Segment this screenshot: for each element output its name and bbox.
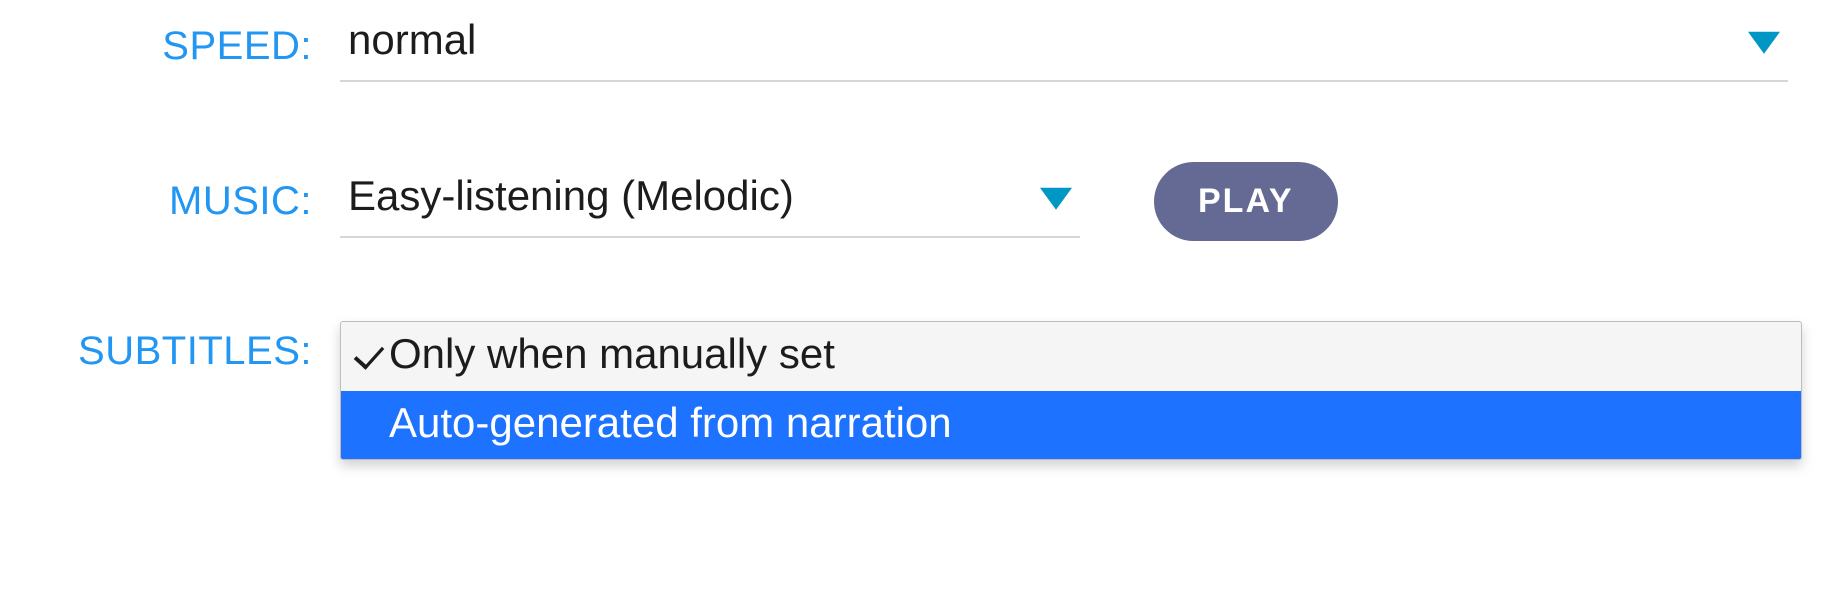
chevron-down-icon	[1040, 187, 1072, 209]
subtitles-option-label: Only when manually set	[381, 330, 835, 377]
music-label: MUSIC:	[0, 179, 340, 224]
speed-value: normal	[348, 16, 476, 63]
subtitles-dropdown[interactable]: Only when manually set Auto-generated fr…	[340, 321, 1802, 460]
speed-select[interactable]: normal	[340, 10, 1788, 82]
music-select[interactable]: Easy-listening (Melodic)	[340, 166, 1080, 238]
speed-label: SPEED:	[0, 24, 340, 69]
subtitles-option-label: Auto-generated from narration	[381, 399, 952, 446]
subtitles-row: SUBTITLES: Only when manually set Auto-g…	[0, 321, 1828, 460]
music-row: MUSIC: Easy-listening (Melodic) PLAY	[0, 162, 1828, 241]
subtitles-option-auto[interactable]: Auto-generated from narration	[341, 391, 1801, 460]
play-button[interactable]: PLAY	[1154, 162, 1338, 241]
subtitles-label: SUBTITLES:	[0, 321, 340, 374]
music-value: Easy-listening (Melodic)	[348, 172, 794, 219]
speed-row: SPEED: normal	[0, 10, 1828, 82]
subtitles-option-manual[interactable]: Only when manually set	[341, 322, 1801, 391]
chevron-down-icon	[1748, 32, 1780, 54]
